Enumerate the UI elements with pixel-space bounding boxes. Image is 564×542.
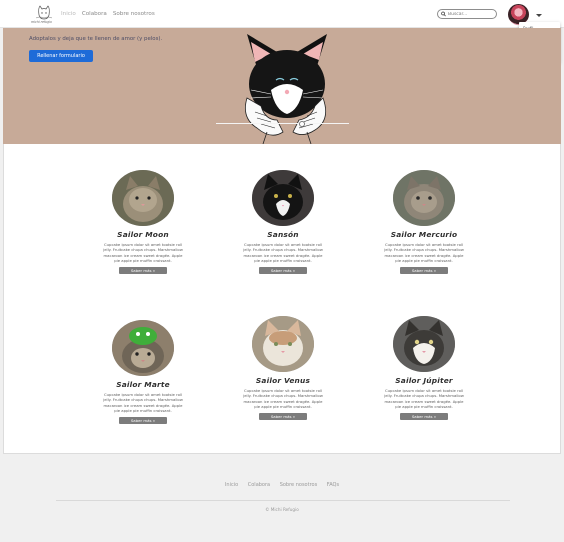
cat-name: Sailor Venus bbox=[255, 376, 311, 385]
cat-name: Sailor Mercurio bbox=[390, 230, 458, 239]
cat-description: Cupcake ipsum dolor sit amet tootsie rol… bbox=[384, 388, 464, 409]
cat-description: Cupcake ipsum dolor sit amet tootsie rol… bbox=[243, 388, 323, 409]
cat-photo bbox=[252, 170, 314, 226]
cat-photo bbox=[112, 320, 174, 376]
fill-form-button[interactable]: Rellenar formulario bbox=[29, 50, 93, 62]
search-input[interactable] bbox=[448, 10, 496, 18]
know-more-button[interactable]: Saber más » bbox=[259, 267, 307, 275]
cat-name: Sailor Júpiter bbox=[395, 376, 453, 385]
main-nav: Inicio Colabora Sobre nosotros bbox=[61, 11, 155, 17]
know-more-button[interactable]: Saber más » bbox=[400, 413, 448, 421]
slider-track[interactable] bbox=[216, 123, 349, 125]
footer-link-colabora[interactable]: Colabora bbox=[248, 482, 270, 488]
cat-card: Sailor Moon Cupcake ipsum dolor sit amet… bbox=[98, 170, 188, 275]
cat-name: Sailor Moon bbox=[117, 230, 169, 239]
know-more-button[interactable]: Saber más » bbox=[119, 417, 167, 425]
navbar: michi refugio Inicio Colabora Sobre noso… bbox=[0, 0, 564, 28]
footer-link-faqs[interactable]: FAQs bbox=[327, 482, 339, 488]
footer-nav: Inicio Colabora Sobre nosotros FAQs bbox=[0, 482, 564, 488]
caret-down-icon[interactable] bbox=[536, 14, 542, 17]
cat-description: Cupcake ipsum dolor sit amet tootsie rol… bbox=[103, 242, 183, 263]
nav-link-inicio[interactable]: Inicio bbox=[61, 11, 76, 17]
hero-banner: Adoptalos y deja que te llenen de amor (… bbox=[3, 28, 561, 144]
know-more-button[interactable]: Saber más » bbox=[119, 267, 167, 275]
search-box bbox=[437, 9, 497, 19]
copyright: © Michi Refugio bbox=[265, 507, 299, 512]
footer-link-sobre-nosotros[interactable]: Sobre nosotros bbox=[280, 482, 317, 488]
logo-text: michi refugio bbox=[31, 20, 52, 24]
hero-slider[interactable] bbox=[216, 120, 349, 127]
cat-description: Cupcake ipsum dolor sit amet tootsie rol… bbox=[103, 392, 183, 413]
slider-thumb[interactable] bbox=[299, 120, 306, 127]
cat-card: Sailor Marte Cupcake ipsum dolor sit ame… bbox=[98, 320, 188, 425]
footer-divider bbox=[56, 500, 510, 501]
cat-card: Sailor Venus Cupcake ipsum dolor sit ame… bbox=[238, 316, 328, 421]
cat-name: Sailor Marte bbox=[116, 380, 170, 389]
cat-card: Sailor Júpiter Cupcake ipsum dolor sit a… bbox=[379, 316, 469, 421]
nav-link-sobre-nosotros[interactable]: Sobre nosotros bbox=[113, 11, 155, 17]
hero-tagline: Adoptalos y deja que te llenen de amor (… bbox=[29, 36, 163, 42]
footer-link-inicio[interactable]: Inicio bbox=[225, 482, 238, 488]
cat-description: Cupcake ipsum dolor sit amet tootsie rol… bbox=[243, 242, 323, 263]
nav-link-colabora[interactable]: Colabora bbox=[82, 11, 107, 17]
know-more-button[interactable]: Saber más » bbox=[259, 413, 307, 421]
know-more-button[interactable]: Saber más » bbox=[400, 267, 448, 275]
cat-card: Sailor Mercurio Cupcake ipsum dolor sit … bbox=[379, 170, 469, 275]
cats-panel: Sailor Moon Cupcake ipsum dolor sit amet… bbox=[3, 144, 561, 454]
search-icon[interactable] bbox=[441, 11, 446, 17]
cat-card: Sansón Cupcake ipsum dolor sit amet toot… bbox=[238, 170, 328, 275]
cat-name: Sansón bbox=[267, 230, 299, 239]
cat-photo bbox=[252, 316, 314, 372]
cat-photo bbox=[393, 170, 455, 226]
cat-photo bbox=[393, 316, 455, 372]
cat-description: Cupcake ipsum dolor sit amet tootsie rol… bbox=[384, 242, 464, 263]
cat-photo bbox=[112, 170, 174, 226]
